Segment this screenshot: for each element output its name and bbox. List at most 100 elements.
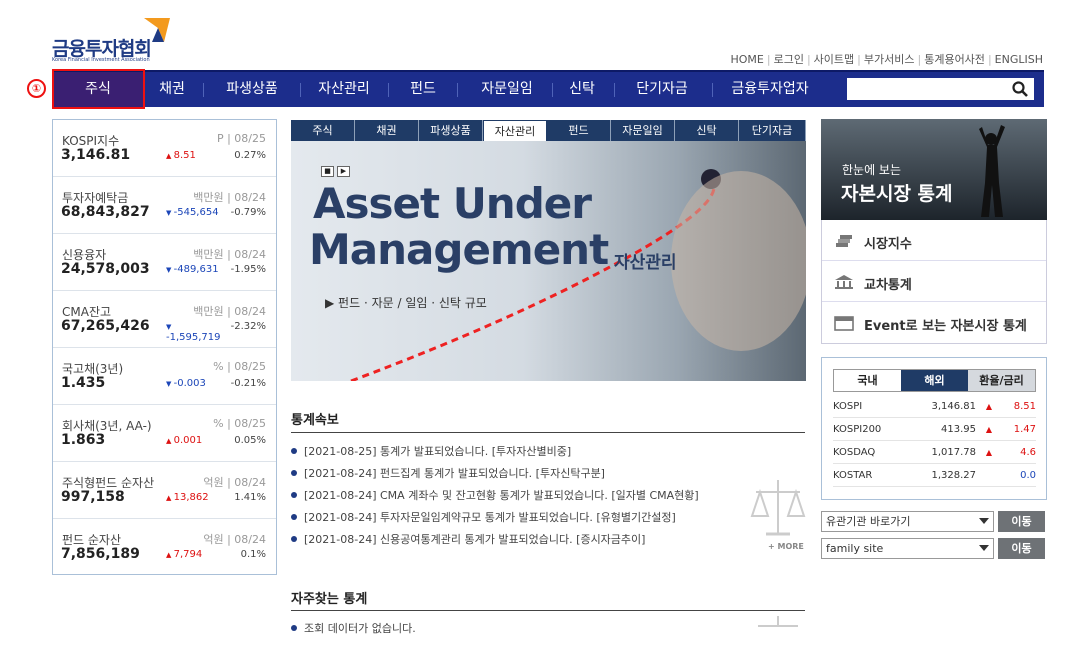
banner-tab[interactable]: 자산관리: [483, 120, 547, 141]
stat-item[interactable]: 국고채(3년)% | 08/25 1.435 ▼ -0.003 -0.21%: [53, 348, 276, 405]
search-box: [847, 78, 1034, 100]
family-site-select[interactable]: family site: [821, 538, 994, 559]
link-event-stats[interactable]: Event로 보는 자본시장 통계: [822, 302, 1046, 343]
stat-item[interactable]: 신용융자 백만원 | 08/24 24,578,003 ▼ -489,631 -1.95…: [53, 234, 276, 291]
stat-percent: -0.79%: [230, 207, 266, 218]
news-item[interactable]: [2021-08-24] 펀드집계 통계가 발표되었습니다. [투자신탁구분]: [291, 465, 605, 481]
link-label: Event로 보는 자본시장 통계: [864, 319, 1027, 334]
change-value: -1,595,719: [166, 332, 221, 343]
util-english[interactable]: ENGLISH: [995, 53, 1043, 66]
nav-asset-management[interactable]: 자산관리: [304, 72, 384, 107]
banner-subtitle: ▶ 펀드 · 자문 / 일임 · 신탁 규모: [325, 296, 487, 310]
news-item[interactable]: [2021-08-24] CMA 계좌수 및 잔고현황 통계가 발표되었습니다.…: [291, 487, 699, 503]
select-value: 유관기관 바로가기: [826, 515, 911, 528]
nav-trust[interactable]: 신탁: [554, 72, 610, 107]
stat-percent: 1.41%: [234, 492, 266, 503]
banner-tab[interactable]: 신탁: [675, 120, 739, 141]
change-value: 0.001: [173, 435, 203, 446]
nav-advisory[interactable]: 자문일임: [462, 72, 552, 107]
logo-subtitle: Korea Financial Investment Association: [52, 57, 150, 63]
banner-tabs: 주식 채권 파생상품 자산관리 펀드 자문일임 신탁 단기자금: [291, 120, 806, 141]
market-row[interactable]: KOSPI200 413.95 ▲ 1.47: [833, 419, 1036, 441]
stat-item[interactable]: KOSPI지수 P | 08/25 3,146.81 ▲ 8.51 0.27%: [53, 120, 276, 177]
stat-item[interactable]: 주식형펀드 순자산 억원 | 08/24 997,158 ▲ 13,862 1.41%: [53, 462, 276, 519]
arrow-up-icon: ▲: [166, 494, 174, 502]
news-title: 통계속보: [291, 413, 339, 428]
divider: [291, 432, 805, 433]
banner-tab[interactable]: 채권: [355, 120, 419, 141]
stat-percent: -1.95%: [230, 264, 266, 275]
arrow-down-icon: ▼: [166, 209, 174, 217]
stat-item[interactable]: CMA잔고 백만원 | 08/24 67,265,426 ▼ -1,595,719 -2…: [53, 291, 276, 348]
search-input[interactable]: [851, 79, 1001, 99]
pause-icon[interactable]: ■: [321, 166, 334, 177]
logo[interactable]: 금융투자협회 Korea Financial Investment Associ…: [52, 16, 182, 66]
banner-controls: ■ ▶: [321, 158, 353, 177]
stat-item[interactable]: 회사채(3년, AA-)% | 08/25 1.863 ▲ 0.001 0.05%: [53, 405, 276, 462]
search-icon[interactable]: [1011, 80, 1029, 98]
util-login[interactable]: 로그인: [774, 53, 804, 66]
stat-item[interactable]: 투자자예탁금 백만원 | 08/24 68,843,827 ▼ -545,654 -0.…: [53, 177, 276, 234]
link-cross-stats[interactable]: 교차통계: [822, 261, 1046, 302]
market-row[interactable]: KOSTAR 1,328.27 0.0: [833, 465, 1036, 487]
stat-change: ▲ 0.001: [166, 435, 226, 446]
stats-panel: KOSPI지수 P | 08/25 3,146.81 ▲ 8.51 0.27% 투자자예탁…: [52, 119, 277, 575]
more-link[interactable]: + MORE: [768, 542, 804, 551]
nav-bond[interactable]: 채권: [144, 72, 200, 107]
nav-derivatives[interactable]: 파생상품: [207, 72, 297, 107]
stat-percent: -0.21%: [230, 378, 266, 389]
tab-fx-rates[interactable]: 환율/금리: [968, 370, 1035, 391]
faq-title: 자주찾는 통계: [291, 592, 368, 607]
divider: [712, 83, 713, 97]
stat-value: 24,578,003: [61, 261, 150, 277]
nav-fund[interactable]: 펀드: [394, 72, 452, 107]
util-home[interactable]: HOME: [730, 53, 763, 66]
utility-links: HOME | 로그인 | 사이트맵 | 부가서비스 | 통계용어사전 | ENGLISH: [730, 51, 1043, 67]
market-change: 0.0: [1020, 470, 1036, 481]
banner-tab[interactable]: 자문일임: [611, 120, 675, 141]
market-change: 8.51: [1013, 401, 1036, 412]
stat-value: 68,843,827: [61, 204, 150, 220]
market-name: KOSTAR: [833, 470, 873, 481]
stat-value: 3,146.81: [61, 147, 131, 163]
arrow-down-icon: ▼: [166, 266, 174, 274]
stat-item[interactable]: 펀드 순자산 억원 | 08/24 7,856,189 ▲ 7,794 0.1%: [53, 519, 276, 576]
banner-tab[interactable]: 펀드: [547, 120, 611, 141]
util-services[interactable]: 부가서비스: [864, 53, 915, 66]
market-row[interactable]: KOSPI 3,146.81 ▲ 8.51: [833, 396, 1036, 418]
stat-change: ▲ 13,862: [166, 492, 226, 503]
market-row[interactable]: KOSDAQ 1,017.78 ▲ 4.6: [833, 442, 1036, 464]
nav-investment-firms[interactable]: 금융투자업자: [716, 72, 824, 107]
tab-domestic[interactable]: 국내: [834, 370, 901, 391]
main-banner[interactable]: ■ ▶ Asset Under Management 자산관리 ▶ 펀드 · 자문…: [291, 141, 806, 381]
tab-overseas[interactable]: 해외: [901, 370, 968, 391]
chevron-down-icon: [979, 518, 989, 524]
stat-change: ▲ 8.51: [166, 150, 226, 161]
person-silhouette-icon: [979, 125, 1005, 217]
news-item[interactable]: [2021-08-24] 투자자문일임계약규모 통계가 발표되었습니다. [유형…: [291, 509, 676, 525]
divider: |: [857, 53, 861, 66]
market-value: 413.95: [941, 424, 976, 435]
go-button[interactable]: 이동: [998, 511, 1045, 532]
util-glossary[interactable]: 통계용어사전: [924, 53, 985, 66]
stat-unit: 백만원 | 08/24: [193, 305, 266, 318]
scale-icon: [758, 616, 798, 627]
capital-market-banner[interactable]: 한눈에 보는 자본시장 통계: [821, 119, 1047, 220]
link-market-index[interactable]: 시장지수: [822, 220, 1046, 261]
play-icon[interactable]: ▶: [337, 166, 350, 177]
arrow-up-icon: ▲: [166, 152, 174, 160]
banner-tab[interactable]: 파생상품: [419, 120, 483, 141]
arrow-up-icon: ▲: [166, 437, 174, 445]
arrow-down-icon: ▼: [166, 323, 172, 331]
nav-short-term[interactable]: 단기자금: [618, 72, 706, 107]
stat-value: 997,158: [61, 489, 125, 505]
banner-tab[interactable]: 주식: [291, 120, 355, 141]
go-button[interactable]: 이동: [998, 538, 1045, 559]
news-item[interactable]: [2021-08-25] 통계가 발표되었습니다. [투자자산별비중]: [291, 443, 571, 459]
related-org-select[interactable]: 유관기관 바로가기: [821, 511, 994, 532]
banner-tab[interactable]: 단기자금: [739, 120, 806, 141]
link-label: 시장지수: [864, 237, 912, 252]
divider: |: [806, 53, 811, 66]
news-item[interactable]: [2021-08-24] 신용공여통계관리 통계가 발표되었습니다. [증시자금…: [291, 531, 645, 547]
util-sitemap[interactable]: 사이트맵: [814, 53, 854, 66]
